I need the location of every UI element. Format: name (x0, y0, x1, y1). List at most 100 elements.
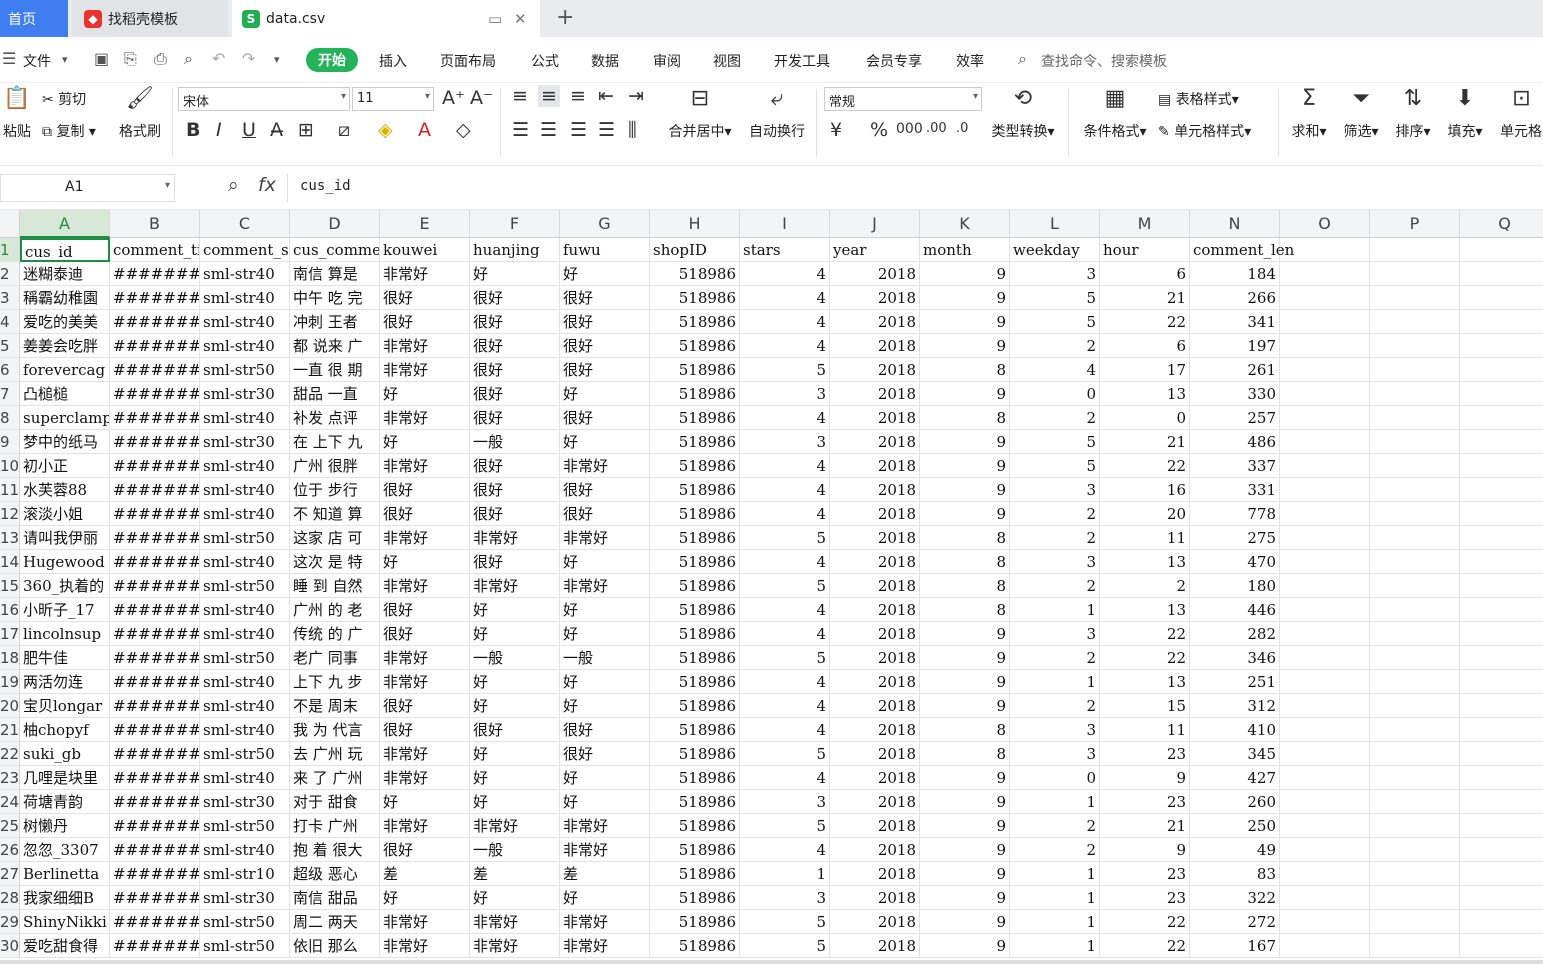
border-icon[interactable]: ⊞ (298, 119, 314, 141)
table-cell[interactable]: 好 (560, 382, 650, 406)
table-cell[interactable] (1460, 334, 1543, 358)
table-cell[interactable]: 很好 (470, 454, 560, 478)
table-cell[interactable]: 22 (1100, 622, 1190, 646)
row-header[interactable]: 15 (0, 574, 20, 598)
table-cell[interactable]: ######### (110, 334, 200, 358)
table-cell[interactable] (1460, 814, 1543, 838)
table-cell[interactable]: 两活勿连 (20, 670, 110, 694)
table-cell[interactable] (1460, 286, 1543, 310)
new-tab-icon[interactable]: + (556, 5, 574, 30)
number-format-select[interactable]: 常规 (824, 87, 982, 111)
table-cell[interactable]: 341 (1190, 310, 1280, 334)
table-cell[interactable] (1370, 574, 1460, 598)
table-cell[interactable] (1460, 550, 1543, 574)
sum-button[interactable]: Σ 求和▾ (1286, 87, 1332, 141)
table-cell[interactable]: 11 (1100, 526, 1190, 550)
table-cell[interactable]: 好 (560, 886, 650, 910)
table-cell[interactable] (1460, 646, 1543, 670)
table-cell[interactable]: 2 (1010, 814, 1100, 838)
table-cell[interactable]: 迷糊泰迪 (20, 262, 110, 286)
table-cell[interactable] (1370, 622, 1460, 646)
row-header[interactable]: 8 (0, 406, 20, 430)
table-cell[interactable]: 非常好 (470, 574, 560, 598)
table-cell[interactable] (1280, 742, 1370, 766)
table-cell[interactable]: 好 (470, 694, 560, 718)
row-header[interactable]: 29 (0, 910, 20, 934)
table-cell[interactable]: 518986 (650, 742, 740, 766)
table-cell[interactable] (1280, 310, 1370, 334)
table-cell[interactable]: 83 (1190, 862, 1280, 886)
table-cell[interactable]: 518986 (650, 430, 740, 454)
table-cell[interactable]: 518986 (650, 310, 740, 334)
row-header[interactable]: 2 (0, 262, 20, 286)
table-cell[interactable]: 水芙蓉88 (20, 478, 110, 502)
table-cell[interactable]: 3 (740, 790, 830, 814)
table-cell[interactable]: 21 (1100, 814, 1190, 838)
table-cell[interactable]: 2018 (830, 430, 920, 454)
table-cell[interactable] (1460, 934, 1543, 958)
table-cell[interactable]: 都 说来 广 (290, 334, 380, 358)
table-cell[interactable]: 4 (740, 406, 830, 430)
table-cell[interactable]: sml-str30 (200, 382, 290, 406)
row-header[interactable]: 24 (0, 790, 20, 814)
table-cell[interactable]: 好 (470, 622, 560, 646)
table-cell[interactable]: 9 (920, 262, 1010, 286)
table-cell[interactable]: superclamp (20, 406, 110, 430)
row-header[interactable]: 16 (0, 598, 20, 622)
undo-icon[interactable]: ↶ (212, 49, 225, 68)
table-cell[interactable]: 非常好 (380, 742, 470, 766)
align-middle-icon[interactable]: ≡ (538, 85, 560, 107)
table-cell[interactable]: 很好 (470, 310, 560, 334)
header-cell[interactable]: year (830, 238, 920, 262)
table-cell[interactable]: 初小正 (20, 454, 110, 478)
table-cell[interactable]: 5 (1010, 430, 1100, 454)
table-cell[interactable]: 非常好 (560, 814, 650, 838)
table-cell[interactable]: 来 了 广州 (290, 766, 380, 790)
table-cell[interactable]: 2 (1010, 574, 1100, 598)
table-cell[interactable] (1370, 790, 1460, 814)
table-cell[interactable]: 3 (740, 382, 830, 406)
header-cell[interactable]: kouwei (380, 238, 470, 262)
table-cell[interactable]: 2 (1010, 694, 1100, 718)
table-cell[interactable]: 差 (560, 862, 650, 886)
table-cell[interactable]: 非常好 (380, 910, 470, 934)
table-cell[interactable] (1370, 718, 1460, 742)
table-cell[interactable]: 很好 (470, 502, 560, 526)
table-cell[interactable]: 2018 (830, 790, 920, 814)
table-cell[interactable]: 2018 (830, 454, 920, 478)
table-cell[interactable]: 518986 (650, 574, 740, 598)
zoom-icon[interactable]: ⌕ (228, 174, 239, 196)
table-cell[interactable]: 20 (1100, 502, 1190, 526)
table-cell[interactable]: 很好 (560, 718, 650, 742)
table-cell[interactable]: 2018 (830, 262, 920, 286)
table-cell[interactable]: 很好 (470, 358, 560, 382)
table-cell[interactable]: sml-str40 (200, 454, 290, 478)
table-cell[interactable]: 宝贝longar (20, 694, 110, 718)
table-cell[interactable]: 4 (740, 766, 830, 790)
table-cell[interactable]: 荷塘青韵 (20, 790, 110, 814)
table-cell[interactable]: 0 (1010, 766, 1100, 790)
table-cell[interactable]: 2018 (830, 766, 920, 790)
table-cell[interactable]: 爱吃甜食得 (20, 934, 110, 958)
table-cell[interactable]: 很好 (560, 286, 650, 310)
header-cell[interactable] (1370, 238, 1460, 262)
table-cell[interactable] (1280, 886, 1370, 910)
table-cell[interactable]: 4 (1010, 358, 1100, 382)
table-cell[interactable]: 睡 到 自然 (290, 574, 380, 598)
table-cell[interactable] (1370, 406, 1460, 430)
paste-button[interactable]: 📋 粘贴 (0, 87, 34, 141)
table-cell[interactable] (1280, 910, 1370, 934)
table-cell[interactable]: 2018 (830, 382, 920, 406)
table-cell[interactable]: ######### (110, 766, 200, 790)
table-cell[interactable]: 9 (1100, 766, 1190, 790)
table-cell[interactable]: 好 (470, 742, 560, 766)
align-bottom-icon[interactable]: ≡ (570, 85, 586, 107)
header-cell[interactable]: comment_st (200, 238, 290, 262)
menu-efficiency[interactable]: 效率 (956, 51, 984, 71)
table-cell[interactable]: 很好 (560, 310, 650, 334)
header-cell[interactable]: huanjing (470, 238, 560, 262)
column-header-B[interactable]: B (110, 210, 200, 238)
table-cell[interactable]: 23 (1100, 862, 1190, 886)
table-cell[interactable]: 一般 (470, 430, 560, 454)
table-cell[interactable]: 8 (920, 358, 1010, 382)
